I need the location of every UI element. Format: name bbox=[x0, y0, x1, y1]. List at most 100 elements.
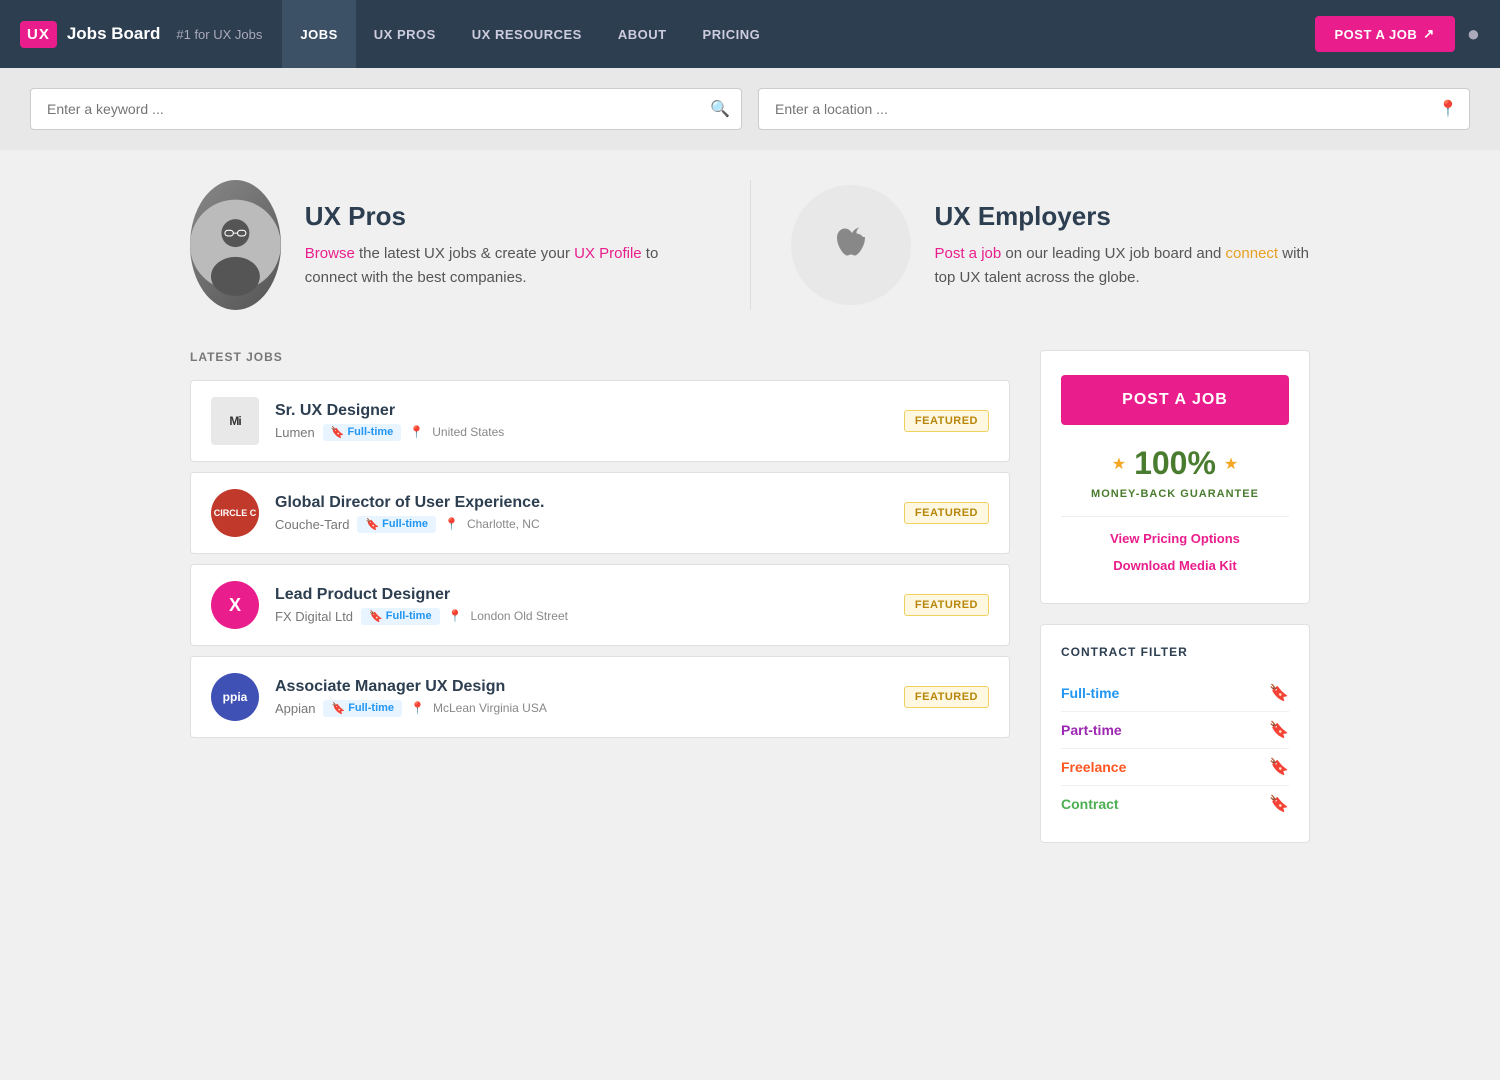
featured-badge: FEATURED bbox=[904, 686, 989, 708]
job-meta: Couche-Tard 🔖 Full-time 📍 Charlotte, NC bbox=[275, 516, 888, 533]
filter-freelance-label: Freelance bbox=[1061, 759, 1126, 775]
job-card[interactable]: X Lead Product Designer FX Digital Ltd 🔖… bbox=[190, 564, 1010, 646]
view-pricing-link[interactable]: View Pricing Options bbox=[1061, 525, 1289, 552]
nav-pricing[interactable]: PRICING bbox=[685, 0, 779, 68]
browse-link[interactable]: Browse bbox=[305, 245, 355, 262]
ux-pros-card: UX Pros Browse the latest UX jobs & crea… bbox=[190, 180, 710, 310]
keyword-input-wrap: 🔍 bbox=[30, 88, 742, 130]
post-a-job-link[interactable]: Post a job bbox=[935, 245, 1002, 262]
job-meta: FX Digital Ltd 🔖 Full-time 📍 London Old … bbox=[275, 608, 888, 625]
nav-ux-pros[interactable]: UX PROS bbox=[356, 0, 454, 68]
job-logo: ppia bbox=[211, 673, 259, 721]
post-job-sidebar-button[interactable]: POST A JOB bbox=[1061, 375, 1289, 425]
job-info: Sr. UX Designer Lumen 🔖 Full-time 📍 Unit… bbox=[275, 402, 888, 441]
job-info: Lead Product Designer FX Digital Ltd 🔖 F… bbox=[275, 586, 888, 625]
navbar: UX Jobs Board #1 for UX Jobs JOBS UX PRO… bbox=[0, 0, 1500, 68]
featured-badge: FEATURED bbox=[904, 594, 989, 616]
location-input[interactable] bbox=[758, 88, 1470, 130]
bookmark-icon: 🔖 bbox=[365, 518, 379, 531]
person-silhouette bbox=[190, 180, 281, 310]
job-company: Lumen bbox=[275, 425, 315, 440]
filter-contract[interactable]: Contract 🔖 bbox=[1061, 786, 1289, 822]
job-card[interactable]: ppia Associate Manager UX Design Appian … bbox=[190, 656, 1010, 738]
ux-profile-link[interactable]: UX Profile bbox=[574, 245, 642, 262]
star-left-icon: ★ bbox=[1112, 454, 1126, 474]
location-icon: 📍 bbox=[409, 425, 424, 439]
job-location: McLean Virginia USA bbox=[433, 701, 547, 715]
filter-parttime[interactable]: Part-time 🔖 bbox=[1061, 712, 1289, 749]
bookmark-icon: 🔖 bbox=[331, 702, 345, 715]
ux-pros-text: UX Pros Browse the latest UX jobs & crea… bbox=[305, 201, 710, 290]
search-icon: 🔍 bbox=[710, 99, 730, 119]
filter-freelance[interactable]: Freelance 🔖 bbox=[1061, 749, 1289, 786]
contract-filter: CONTRACT FILTER Full-time 🔖 Part-time 🔖 … bbox=[1040, 624, 1310, 843]
hero-section: UX Pros Browse the latest UX jobs & crea… bbox=[190, 180, 1310, 310]
job-card[interactable]: Mi Sr. UX Designer Lumen 🔖 Full-time 📍 U… bbox=[190, 380, 1010, 462]
nav-links: JOBS UX PROS UX RESOURCES ABOUT PRICING bbox=[282, 0, 1314, 68]
job-type-badge: 🔖 Full-time bbox=[323, 424, 402, 441]
bookmark-icon: 🔖 bbox=[331, 426, 345, 439]
nav-right: POST A JOB ↗ ● bbox=[1315, 16, 1480, 52]
filter-parttime-label: Part-time bbox=[1061, 722, 1122, 738]
location-icon: 📍 bbox=[444, 517, 459, 531]
lower-section: LATEST JOBS Mi Sr. UX Designer Lumen 🔖 F… bbox=[190, 350, 1310, 843]
job-title: Associate Manager UX Design bbox=[275, 678, 888, 696]
ux-employers-avatar bbox=[791, 185, 911, 305]
tagline: #1 for UX Jobs bbox=[176, 27, 262, 42]
job-type-badge: 🔖 Full-time bbox=[323, 700, 402, 717]
ux-pros-heading: UX Pros bbox=[305, 201, 710, 232]
brand-name: Jobs Board bbox=[67, 24, 161, 44]
filter-contract-label: Contract bbox=[1061, 796, 1119, 812]
guarantee-percentage: 100% bbox=[1134, 445, 1216, 482]
nav-ux-resources[interactable]: UX RESOURCES bbox=[454, 0, 600, 68]
job-logo: CIRCLE C bbox=[211, 489, 259, 537]
post-job-sidebar: POST A JOB ★ 100% ★ MONEY-BACK GUARANTEE… bbox=[1040, 350, 1310, 604]
job-meta: Appian 🔖 Full-time 📍 McLean Virginia USA bbox=[275, 700, 888, 717]
ux-employers-description: Post a job on our leading UX job board a… bbox=[935, 242, 1311, 290]
jobs-section: LATEST JOBS Mi Sr. UX Designer Lumen 🔖 F… bbox=[190, 350, 1010, 748]
download-media-link[interactable]: Download Media Kit bbox=[1061, 552, 1289, 579]
fulltime-bookmark-icon: 🔖 bbox=[1269, 683, 1289, 703]
job-company: Appian bbox=[275, 701, 315, 716]
money-back-label: MONEY-BACK GUARANTEE bbox=[1061, 488, 1289, 500]
hero-divider bbox=[750, 180, 751, 310]
guarantee-section: ★ 100% ★ bbox=[1061, 445, 1289, 482]
sidebar: POST A JOB ★ 100% ★ MONEY-BACK GUARANTEE… bbox=[1040, 350, 1310, 843]
job-location: United States bbox=[432, 425, 504, 439]
external-link-icon: ↗ bbox=[1423, 26, 1434, 42]
bookmark-icon: 🔖 bbox=[369, 610, 383, 623]
connect-link[interactable]: connect bbox=[1226, 245, 1279, 262]
location-pin-icon: 📍 bbox=[1438, 99, 1458, 119]
ux-employers-heading: UX Employers bbox=[935, 201, 1311, 232]
search-bar: 🔍 📍 bbox=[0, 68, 1500, 150]
sidebar-divider bbox=[1061, 516, 1289, 517]
nav-jobs[interactable]: JOBS bbox=[282, 0, 355, 68]
contract-filter-title: CONTRACT FILTER bbox=[1061, 645, 1289, 659]
location-input-wrap: 📍 bbox=[758, 88, 1470, 130]
post-job-button[interactable]: POST A JOB ↗ bbox=[1315, 16, 1455, 52]
job-info: Global Director of User Experience. Couc… bbox=[275, 494, 888, 533]
ux-employers-card: UX Employers Post a job on our leading U… bbox=[791, 180, 1311, 310]
job-meta: Lumen 🔖 Full-time 📍 United States bbox=[275, 424, 888, 441]
job-info: Associate Manager UX Design Appian 🔖 Ful… bbox=[275, 678, 888, 717]
job-type-badge: 🔖 Full-time bbox=[361, 608, 440, 625]
logo-ux: UX bbox=[20, 21, 57, 48]
latest-jobs-label: LATEST JOBS bbox=[190, 350, 1010, 364]
job-card[interactable]: CIRCLE C Global Director of User Experie… bbox=[190, 472, 1010, 554]
filter-fulltime[interactable]: Full-time 🔖 bbox=[1061, 675, 1289, 712]
contract-bookmark-icon: 🔖 bbox=[1269, 794, 1289, 814]
nav-about[interactable]: ABOUT bbox=[600, 0, 685, 68]
location-icon: 📍 bbox=[448, 609, 463, 623]
job-logo: X bbox=[211, 581, 259, 629]
brand: UX Jobs Board bbox=[20, 21, 160, 48]
job-company: FX Digital Ltd bbox=[275, 609, 353, 624]
ux-pros-avatar bbox=[190, 180, 281, 310]
ux-pros-description: Browse the latest UX jobs & create your … bbox=[305, 242, 710, 290]
featured-badge: FEATURED bbox=[904, 410, 989, 432]
main-content: UX Pros Browse the latest UX jobs & crea… bbox=[170, 150, 1330, 873]
job-title: Lead Product Designer bbox=[275, 586, 888, 604]
keyword-input[interactable] bbox=[30, 88, 742, 130]
user-icon[interactable]: ● bbox=[1467, 21, 1480, 47]
filter-fulltime-label: Full-time bbox=[1061, 685, 1119, 701]
job-title: Sr. UX Designer bbox=[275, 402, 888, 420]
